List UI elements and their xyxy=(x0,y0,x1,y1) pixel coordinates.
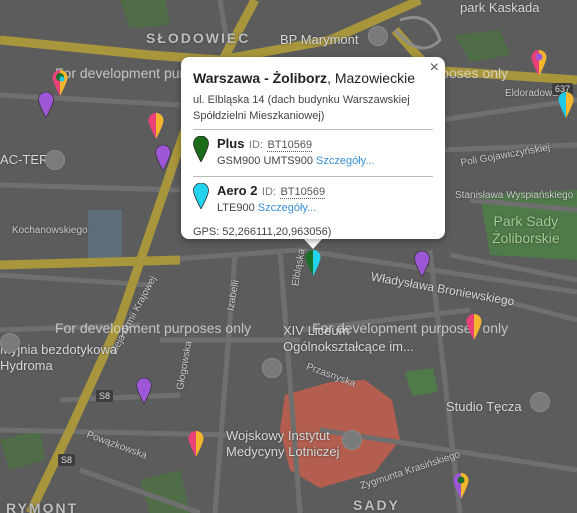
park-area xyxy=(120,0,170,28)
dev-watermark: For development purposes only xyxy=(55,320,252,336)
divider xyxy=(193,129,433,130)
gas-station-icon[interactable] xyxy=(368,26,388,46)
popup-address: ul. Elbląska 14 (dach budynku Warszawski… xyxy=(193,94,410,122)
details-link[interactable]: Szczegóły... xyxy=(316,155,375,167)
place-label: Studio Tęcza xyxy=(446,399,522,414)
street-label: Kochanowskiego xyxy=(12,225,88,236)
district-label: SADY xyxy=(353,497,400,513)
operator-id-label: ID: xyxy=(261,186,276,198)
park-area xyxy=(455,30,510,62)
shopping-icon[interactable] xyxy=(45,150,65,170)
operator-technologies: GSM900 UMTS900 xyxy=(217,155,313,167)
street-label: Eldoradowa xyxy=(505,88,558,99)
tower-pin-multi-icon[interactable] xyxy=(188,431,204,457)
operator-name: Plus xyxy=(217,136,245,151)
district-label: RYMONT xyxy=(6,500,79,513)
operator-pin-icon xyxy=(193,183,209,209)
district-label: SŁODOWIEC xyxy=(146,30,251,46)
map-canvas[interactable]: SŁODOWIEC park Kaskada BP Marymont Eldor… xyxy=(0,0,577,513)
tower-pin-icon[interactable] xyxy=(414,251,430,277)
school-icon[interactable] xyxy=(262,358,282,378)
place-label: BP Marymont xyxy=(280,32,359,47)
selected-tower-pin-icon[interactable] xyxy=(305,250,321,276)
operator-technologies: LTE900 xyxy=(217,202,255,214)
operator-entry: Aero 2 ID: BT10569 LTE900 Szczegóły... xyxy=(193,182,433,218)
place-label: park Kaskada xyxy=(460,0,540,15)
road-number-badge: S8 xyxy=(96,390,114,402)
tower-pin-icon[interactable] xyxy=(136,378,152,404)
street-label: Stanisława Wyspiańskiego xyxy=(455,190,574,201)
operator-entry: Plus ID: BT10569 GSM900 UMTS900 Szczegół… xyxy=(193,135,433,171)
park-area xyxy=(88,210,122,262)
operator-name: Aero 2 xyxy=(217,183,258,198)
tower-pin-multi-icon[interactable] xyxy=(453,473,469,499)
tower-pin-icon[interactable] xyxy=(155,145,171,171)
road-number-badge: S8 xyxy=(58,454,76,466)
place-pin-icon[interactable] xyxy=(530,392,550,412)
operator-id: BT10569 xyxy=(280,186,326,199)
tower-pin-multi-icon[interactable] xyxy=(52,70,68,96)
tower-pin-multi-icon[interactable] xyxy=(148,113,164,139)
divider xyxy=(193,176,433,177)
park-label: Park Sady Żoliborskie xyxy=(492,213,560,246)
tower-pin-multi-icon[interactable] xyxy=(466,314,482,340)
popup-city: Warszawa - Żoliborz xyxy=(193,70,328,86)
car-wash-icon[interactable] xyxy=(0,333,20,353)
gps-coordinates: GPS: 52,266111,20,963056) xyxy=(193,226,332,238)
popup-tail xyxy=(303,238,323,249)
hospital-icon[interactable] xyxy=(342,430,362,450)
tower-pin-multi-icon[interactable] xyxy=(558,92,574,118)
popup-region: , Mazowieckie xyxy=(327,70,415,86)
park-area xyxy=(405,368,438,396)
info-popup: × Warszawa - Żoliborz, Mazowieckie ul. E… xyxy=(181,57,445,239)
place-label: Wojskowy Instytut Medycyny Lotniczej xyxy=(226,428,340,459)
operator-id-label: ID: xyxy=(248,139,263,151)
details-link[interactable]: Szczegóły... xyxy=(258,202,317,214)
close-icon[interactable]: × xyxy=(430,59,439,77)
operator-id: BT10569 xyxy=(267,139,313,152)
popup-title: Warszawa - Żoliborz, Mazowieckie xyxy=(193,70,433,86)
tower-pin-multi-icon[interactable] xyxy=(531,50,547,76)
operator-pin-icon xyxy=(193,136,209,162)
park-area xyxy=(0,430,45,470)
place-label: AC-TER xyxy=(0,152,49,167)
